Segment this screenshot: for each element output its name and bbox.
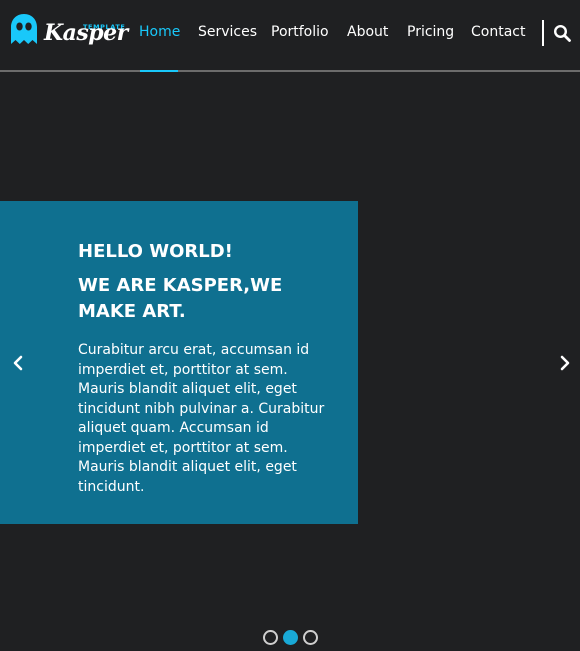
slider-dot-3[interactable] [303,630,318,645]
slide-content: HELLO WORLD! WE ARE KASPER,WE MAKE ART. … [78,241,328,497]
page: TEMPLATE Kasper Home Services Portfolio … [0,0,580,651]
slide-description: Curabitur arcu erat, accumsan id imperdi… [78,342,325,495]
nav-item-portfolio[interactable]: Portfolio [271,24,329,40]
logo[interactable]: TEMPLATE Kasper [10,13,128,53]
nav-item-pricing[interactable]: Pricing [407,24,454,40]
ghost-logo-icon [11,14,37,44]
slider-dot-1[interactable] [263,630,278,645]
active-nav-indicator [140,70,178,72]
chevron-right-icon[interactable] [556,353,572,373]
slider-dot-2[interactable] [283,630,298,645]
site-header: TEMPLATE Kasper Home Services Portfolio … [0,0,580,72]
search-icon[interactable] [553,24,571,42]
slide-caption-box: HELLO WORLD! WE ARE KASPER,WE MAKE ART. … [0,201,358,524]
slide-greeting: HELLO WORLD! [78,241,233,262]
nav-item-services[interactable]: Services [198,24,257,40]
nav-item-contact[interactable]: Contact [471,24,525,40]
slide-heading: WE ARE KASPER,WE MAKE ART. [78,275,283,322]
nav-item-home[interactable]: Home [139,24,180,40]
chevron-left-icon[interactable] [11,353,27,373]
logo-wordmark: Kasper [44,20,128,46]
slider-dots [263,630,323,646]
nav-item-about[interactable]: About [347,24,388,40]
nav-divider [542,20,544,46]
